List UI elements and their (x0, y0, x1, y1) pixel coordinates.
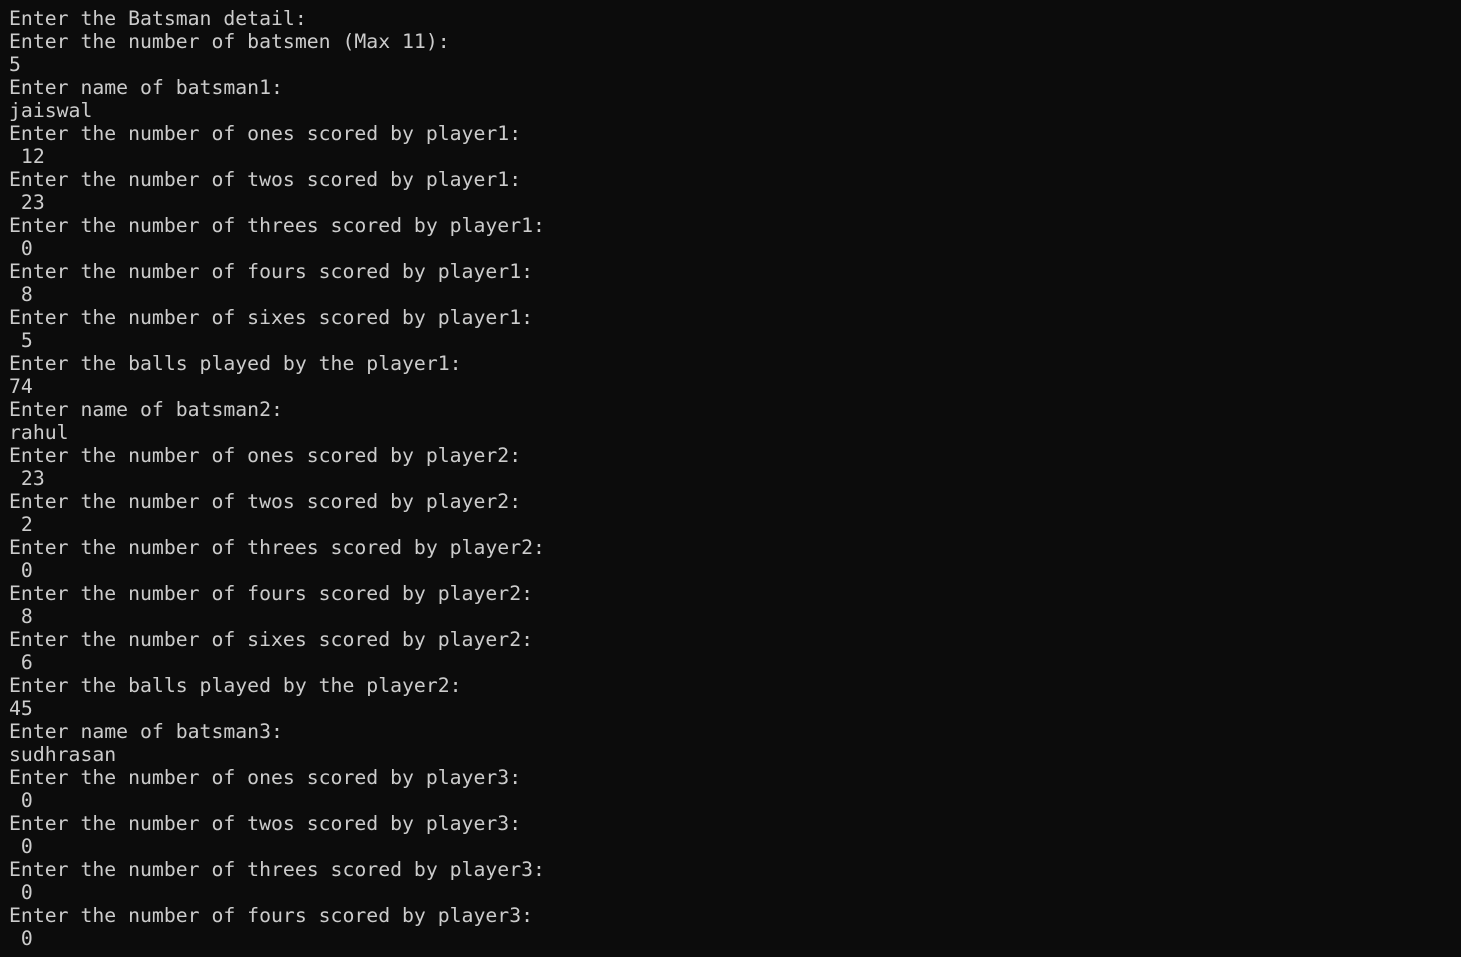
output-line: Enter the Batsman detail: (9, 7, 307, 30)
output-line: Enter the balls played by the player1: (9, 352, 462, 375)
output-line: Enter name of batsman3: (9, 720, 283, 743)
output-line: Enter the balls played by the player2: (9, 674, 462, 697)
input-line: 5 (9, 329, 33, 352)
input-line: 8 (9, 605, 33, 628)
output-line: Enter name of batsman1: (9, 76, 283, 99)
input-line: 0 (9, 927, 33, 950)
input-line: 0 (9, 789, 33, 812)
output-line: Enter the number of ones scored by playe… (9, 766, 522, 789)
output-line: Enter the number of twos scored by playe… (9, 812, 522, 835)
output-line: Enter the number of sixes scored by play… (9, 306, 534, 329)
input-line: 0 (9, 881, 33, 904)
input-line: 2 (9, 513, 33, 536)
input-line: 12 (9, 145, 45, 168)
output-line: Enter the number of fours scored by play… (9, 904, 534, 927)
input-line: 8 (9, 283, 33, 306)
input-line: 0 (9, 237, 33, 260)
output-line: Enter the number of threes scored by pla… (9, 858, 545, 881)
output-line: Enter the number of batsmen (Max 11): (9, 30, 450, 53)
output-line: Enter the number of ones scored by playe… (9, 122, 522, 145)
output-line: Enter the number of threes scored by pla… (9, 536, 545, 559)
output-line: Enter name of batsman2: (9, 398, 283, 421)
input-line: sudhrasan (9, 743, 117, 766)
input-line: 5 (9, 53, 21, 76)
input-line: 0 (9, 559, 33, 582)
input-line: 6 (9, 651, 33, 674)
input-line: 74 (9, 375, 33, 398)
input-line: 23 (9, 467, 45, 490)
input-line: 45 (9, 697, 33, 720)
input-line: 0 (9, 835, 33, 858)
output-line: Enter the number of twos scored by playe… (9, 490, 522, 513)
output-line: Enter the number of ones scored by playe… (9, 444, 522, 467)
output-line: Enter the number of sixes scored by play… (9, 628, 534, 651)
output-line: Enter the number of twos scored by playe… (9, 168, 522, 191)
output-line: Enter the number of threes scored by pla… (9, 214, 545, 237)
terminal-output[interactable]: Enter the Batsman detail: Enter the numb… (0, 0, 1461, 957)
input-line: 23 (9, 191, 45, 214)
input-line: jaiswal (9, 99, 93, 122)
output-line: Enter the number of fours scored by play… (9, 582, 534, 605)
input-line: rahul (9, 421, 69, 444)
output-line: Enter the number of fours scored by play… (9, 260, 534, 283)
